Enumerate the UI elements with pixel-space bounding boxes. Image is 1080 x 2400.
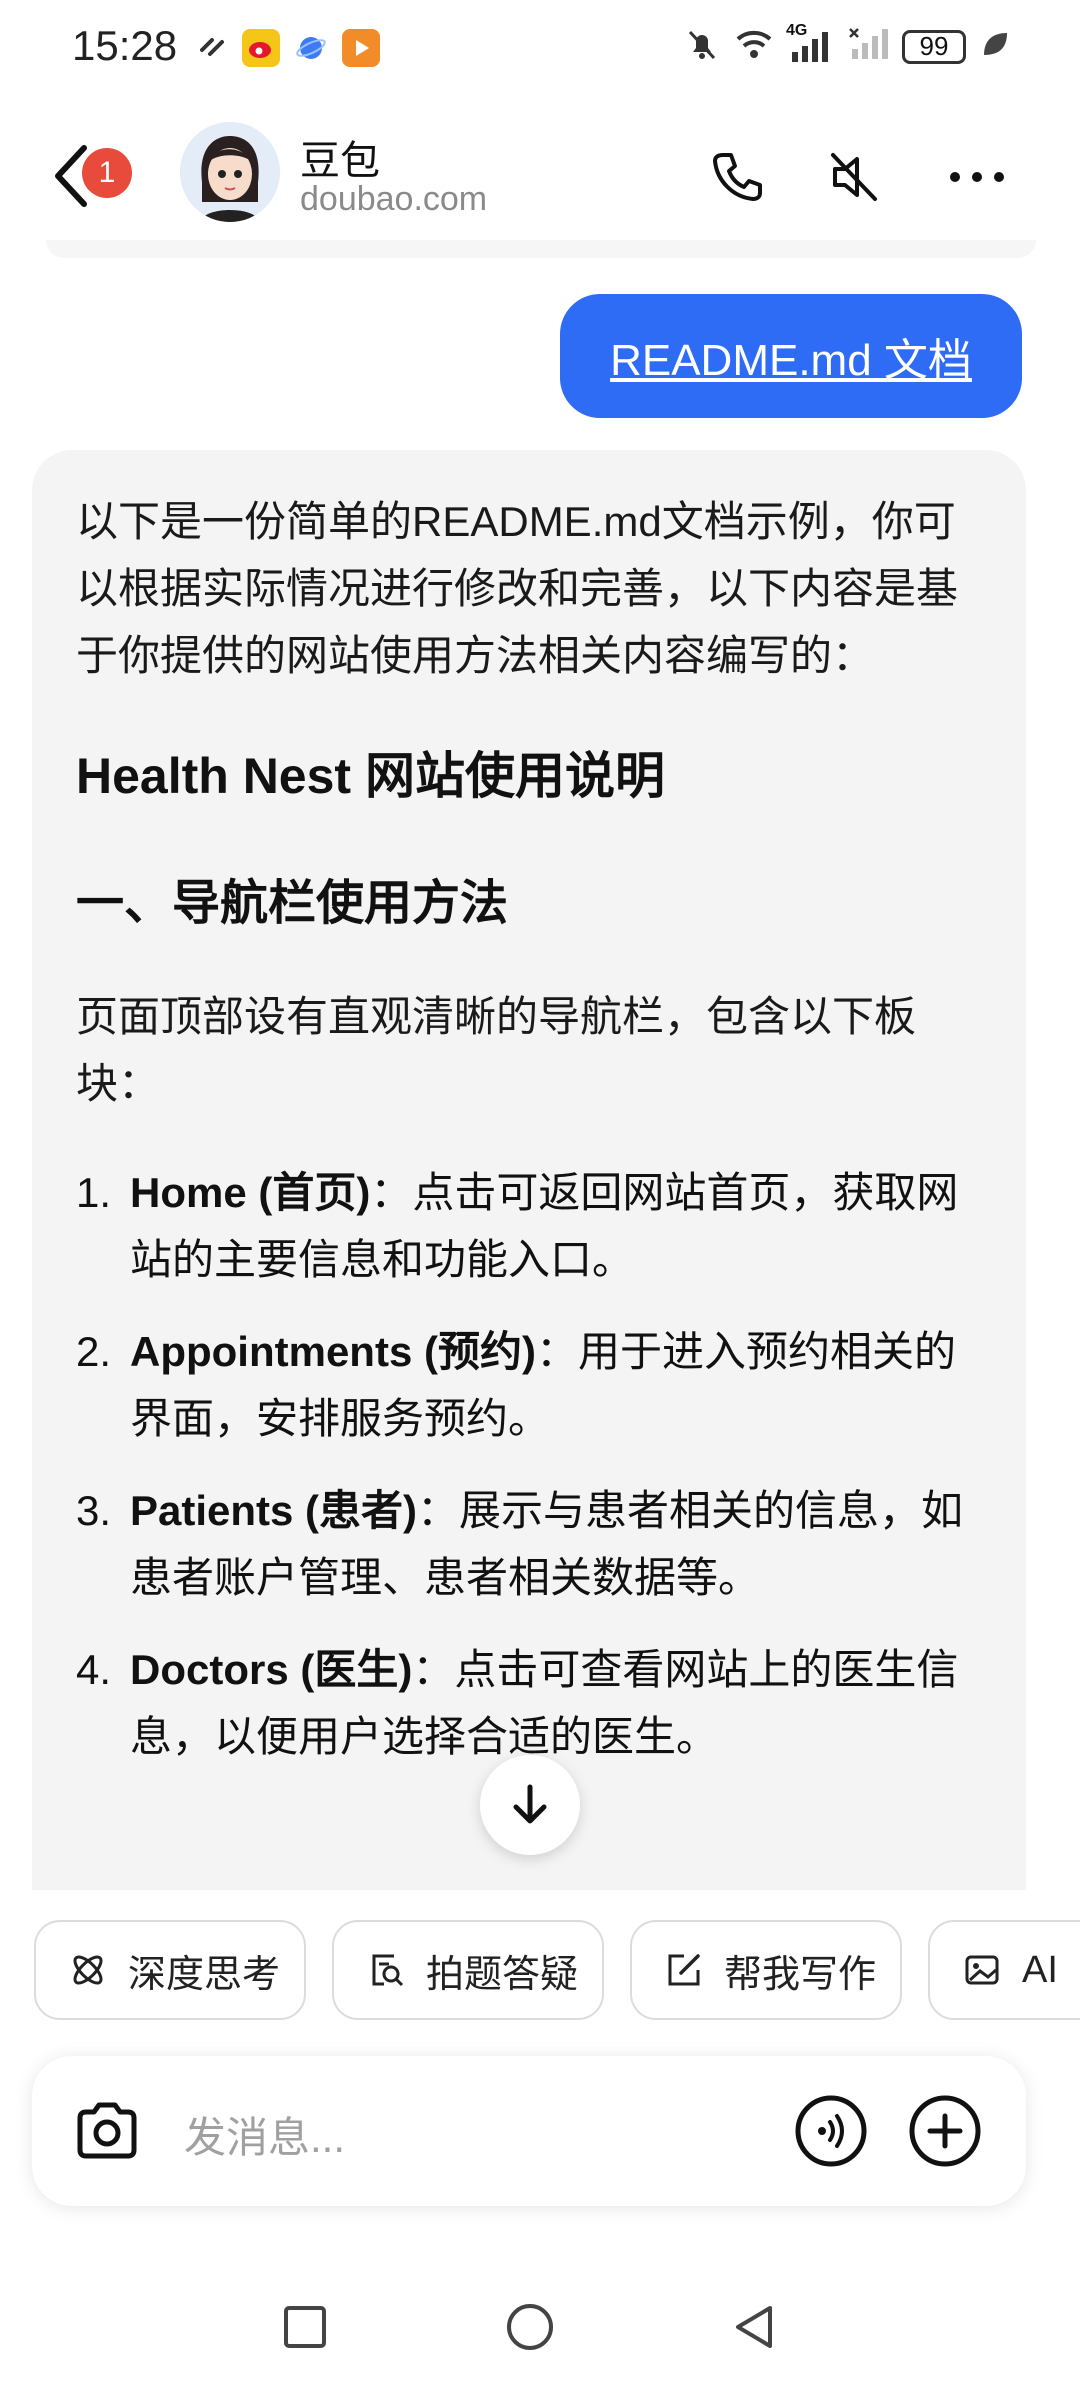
assistant-message-card: 以下是一份简单的README.md文档示例，你可以根据实际情况进行修改和完善，以… <box>32 450 1026 1890</box>
list-item-label: Doctors (医生) <box>130 1646 413 1693</box>
message-composer: 发消息... <box>32 2056 1026 2206</box>
link-icon <box>196 28 230 67</box>
leaf-icon <box>980 29 1010 64</box>
contact-name: 豆包 <box>300 139 380 183</box>
triangle-back-icon <box>736 2306 772 2348</box>
avatar[interactable] <box>180 122 280 222</box>
chip-label: 深度思考 <box>128 1953 281 1996</box>
battery-icon: 99 <box>902 29 966 64</box>
status-system-icons: 4G 99 <box>684 22 1010 67</box>
image-icon <box>960 1948 1004 1992</box>
quick-actions-bar: 深度思考 拍题答疑 帮我写作 AI <box>0 1920 1080 2024</box>
doc-title: Health Nest 网站使用说明 <box>76 748 665 804</box>
camera-icon <box>77 2102 137 2159</box>
user-message-link[interactable]: README.md 文档 <box>610 324 972 388</box>
network-type-label: 4G <box>786 21 808 39</box>
list-item-label: Home (首页) <box>130 1169 371 1216</box>
weibo-icon <box>242 28 280 67</box>
status-app-icons <box>196 28 380 67</box>
camera-button[interactable] <box>72 2096 142 2166</box>
chip-deep-thinking[interactable]: 深度思考 <box>34 1920 306 2020</box>
message-input[interactable]: 发消息... <box>184 2104 345 2165</box>
section-intro: 页面顶部设有直观清晰的导航栏，包含以下板块： <box>76 993 917 1107</box>
edit-icon <box>662 1948 706 1992</box>
voice-icon <box>795 2095 867 2167</box>
atom-icon <box>66 1948 110 1992</box>
recents-button[interactable] <box>270 2292 340 2362</box>
list-item-label: Appointments (预约) <box>130 1328 536 1375</box>
no-signal-icon <box>848 27 888 66</box>
user-message-bubble[interactable]: README.md 文档 <box>560 294 1022 418</box>
list-item: 1. Home (首页)：点击可返回网站首页，获取网站的主要信息和功能入口。 <box>76 1159 982 1293</box>
list-item: 2. Appointments (预约)：用于进入预约相关的界面，安排服务预约。 <box>76 1318 982 1452</box>
system-nav-bar <box>0 2250 1080 2400</box>
chip-photo-question[interactable]: 拍题答疑 <box>332 1920 604 2020</box>
unread-badge: 1 <box>82 148 132 198</box>
status-bar: 15:28 4G 99 <box>0 0 1080 96</box>
nav-items-list: 1. Home (首页)：点击可返回网站首页，获取网站的主要信息和功能入口。 2.… <box>76 1159 982 1770</box>
wifi-icon <box>734 27 774 66</box>
more-dots-icon <box>950 172 1004 182</box>
list-item-label: Patients (患者) <box>130 1487 418 1534</box>
arrow-down-icon <box>513 1784 547 1824</box>
home-button[interactable] <box>495 2292 565 2362</box>
browser-icon <box>292 29 330 67</box>
contact-domain: doubao.com <box>300 180 488 218</box>
mute-speaker-button[interactable] <box>818 142 888 212</box>
chat-header: 1 豆包 doubao.com <box>0 100 1080 250</box>
section-heading: 一、导航栏使用方法 <box>76 877 509 930</box>
square-icon <box>284 2306 326 2348</box>
chip-ai-image[interactable]: AI <box>928 1920 1080 2020</box>
battery-level: 99 <box>919 31 949 61</box>
circle-icon <box>507 2304 553 2350</box>
add-button[interactable] <box>908 2094 982 2168</box>
call-button[interactable] <box>702 142 772 212</box>
list-item: 3. Patients (患者)：展示与患者相关的信息，如患者账户管理、患者相关数… <box>76 1477 982 1611</box>
list-item-number: 2. <box>76 1328 112 1375</box>
speaker-off-icon <box>831 153 877 201</box>
list-item-number: 4. <box>76 1646 112 1693</box>
photo-search-icon <box>364 1948 408 1992</box>
chip-label: AI <box>1022 1948 1058 1991</box>
plus-icon <box>909 2095 981 2167</box>
signal-icon: 4G <box>786 22 834 64</box>
assistant-intro: 以下是一份简单的README.md文档示例，你可以根据实际情况进行修改和完善，以… <box>76 498 959 679</box>
list-item: 4. Doctors (医生)：点击可查看网站上的医生信息，以便用户选择合适的医生… <box>76 1636 982 1770</box>
status-time: 15:28 <box>72 22 178 69</box>
more-button[interactable] <box>942 142 1012 212</box>
voice-button[interactable] <box>794 2094 868 2168</box>
chip-help-write[interactable]: 帮我写作 <box>630 1920 902 2020</box>
video-app-icon <box>342 28 380 67</box>
scroll-to-bottom-button[interactable] <box>480 1755 580 1855</box>
back-nav-button[interactable] <box>720 2292 790 2362</box>
list-item-number: 1. <box>76 1169 112 1216</box>
phone-icon <box>713 153 762 201</box>
chip-label: 拍题答疑 <box>426 1953 579 1996</box>
chip-label: 帮我写作 <box>724 1953 877 1996</box>
mute-bell-icon <box>684 26 720 67</box>
list-item-number: 3. <box>76 1487 112 1534</box>
previous-message-edge <box>46 240 1036 258</box>
